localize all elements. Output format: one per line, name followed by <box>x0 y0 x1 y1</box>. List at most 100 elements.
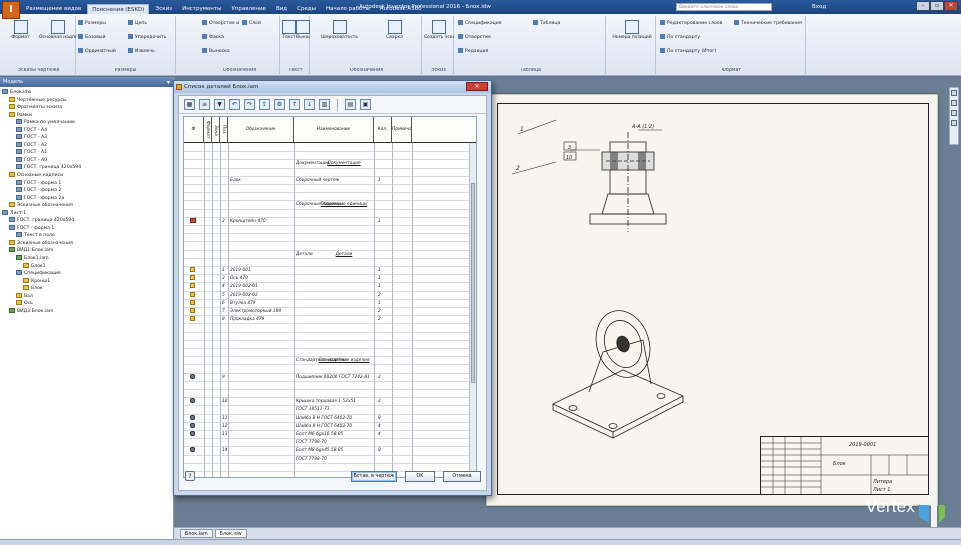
tree-item-frame[interactable]: ГОСТ - А0 <box>2 156 173 165</box>
grid-icon[interactable]: ▤ <box>345 99 356 110</box>
redo-icon[interactable]: ↷ <box>244 99 255 110</box>
ribbon-tab[interactable]: Вид <box>272 4 291 14</box>
pan-icon[interactable] <box>951 90 957 96</box>
navigation-bar[interactable] <box>949 87 959 145</box>
ribbon-button[interactable]: Ординатный <box>78 48 126 55</box>
undo-icon[interactable]: ↶ <box>229 99 240 110</box>
ribbon-button[interactable]: Формат <box>2 20 39 40</box>
section-view[interactable]: А-А (1:2) 3 10 <box>550 122 700 242</box>
ribbon-button[interactable]: Слой <box>242 20 280 27</box>
scroll-thumb[interactable] <box>471 183 475 383</box>
ribbon-button[interactable]: Создать эскиз <box>424 20 454 40</box>
ribbon-button[interactable]: Фаска <box>202 34 240 41</box>
tree-item-folder[interactable]: Эскизные обозначения <box>2 202 173 210</box>
ribbon-button[interactable]: Таблица <box>533 20 606 27</box>
ribbon-button[interactable]: Выноска <box>202 48 240 55</box>
sign-in-button[interactable]: Вход <box>812 2 826 12</box>
tree-item-folder[interactable]: Эскизные обозначения <box>2 239 173 248</box>
drawing-sheet[interactable]: А-А (1:2) 3 10 1 2 2019-0001 Блок Литера… <box>486 94 938 506</box>
columns-icon[interactable]: ▥ <box>319 99 330 110</box>
ribbon-tab[interactable]: Пояснения (ESKD) <box>87 4 150 14</box>
sort-icon[interactable]: ≡ <box>199 99 210 110</box>
ribbon-button[interactable]: Номера позиций <box>608 20 656 40</box>
ribbon-button[interactable]: Выноска <box>296 20 310 40</box>
save-icon[interactable]: ▣ <box>360 99 371 110</box>
minimize-button[interactable]: – <box>916 1 930 11</box>
ok-button[interactable]: OK <box>405 471 435 482</box>
tree-item-view[interactable]: ВИД1:Блок.iam <box>2 247 173 255</box>
ribbon-button[interactable]: Цепь <box>128 20 176 27</box>
document-tab[interactable]: Блок.iam <box>180 529 213 538</box>
column-header[interactable]: Обозначение <box>228 117 294 143</box>
tree-item-frame[interactable]: ГОСТ - А2 <box>2 141 173 150</box>
ribbon-tab[interactable]: Размещение видов <box>22 4 85 14</box>
tree-item-part[interactable]: Блок1 <box>2 262 173 271</box>
browser-header[interactable]: Модель ▾ <box>0 77 173 87</box>
ribbon-button[interactable]: Отверстие и резьба <box>202 20 240 27</box>
ribbon-button[interactable]: Редакция <box>458 48 531 55</box>
ribbon-button[interactable]: Отверстия <box>458 34 531 41</box>
tree-item-sheet[interactable]: Лист:1 <box>2 209 173 218</box>
column-header[interactable]: Формат <box>204 117 212 143</box>
ribbon-button[interactable]: Технические требования <box>734 20 806 27</box>
ribbon-tab[interactable]: Инструменты <box>178 4 225 14</box>
ribbon-button[interactable]: Текст <box>282 20 296 40</box>
tree-item-frame[interactable]: ГОСТ - форма 2а <box>2 194 173 203</box>
zoom-icon[interactable] <box>951 100 957 106</box>
tree-item-drawing[interactable]: Блок.idw <box>2 89 173 97</box>
tree-item-text[interactable]: Текст в поле <box>2 232 173 240</box>
ribbon-button[interactable]: Редактирование слоев <box>660 20 732 27</box>
tree-item-frame[interactable]: ГОСТ. граница 420х594 <box>2 164 173 172</box>
tree-item-part[interactable]: Ось <box>2 300 173 308</box>
table-icon[interactable]: ▦ <box>184 99 195 110</box>
help-search-input[interactable]: Введите ключевое слово <box>676 3 772 11</box>
help-button[interactable]: ? <box>185 471 195 481</box>
column-header[interactable]: Зона <box>212 117 220 143</box>
tree-item-folder[interactable]: Фрагменты эскиза <box>2 104 173 112</box>
dialog-close-button[interactable]: ✕ <box>466 82 488 91</box>
close-window-button[interactable]: ✕ <box>944 1 958 11</box>
sort-ascending-icon[interactable]: ↑ <box>289 99 300 110</box>
tree-item-frame[interactable]: ГОСТ - А3 <box>2 134 173 142</box>
ribbon-button[interactable]: Размеры <box>78 20 126 27</box>
tree-item-part[interactable]: Блок <box>2 285 173 293</box>
column-header[interactable]: Наименование <box>294 117 374 143</box>
ribbon-button[interactable]: Спецификация <box>458 20 531 27</box>
parts-list-grid[interactable]: Ф Формат Зона Поз. Обозначение Наименование Ко… <box>183 116 477 478</box>
ribbon-button[interactable]: По стандарту (Итог) <box>660 48 732 55</box>
tree-item-frame[interactable]: ГОСТ - форма 2 <box>2 187 173 195</box>
ribbon-button[interactable]: Упорядочить <box>128 34 176 41</box>
cancel-button[interactable]: Отмена <box>443 471 481 482</box>
ribbon-button[interactable]: Шероховатость <box>312 20 367 40</box>
tree-item-folder[interactable]: Основные надписи <box>2 172 173 180</box>
ribbon-button[interactable]: По стандарту <box>660 34 732 41</box>
tree-item-part[interactable]: Вал <box>2 292 173 301</box>
tree-item-part[interactable]: Кронш1 <box>2 277 173 286</box>
tree-item-frame[interactable]: ГОСТ - А4 <box>2 126 173 135</box>
ribbon-button[interactable]: Базовый <box>78 34 126 41</box>
sort-descending-icon[interactable]: ↓ <box>304 99 315 110</box>
settings-icon[interactable]: ⚙ <box>274 99 285 110</box>
title-block[interactable]: 2019-0001 Блок Литера Лист 1 <box>760 436 929 495</box>
tree-item-bom[interactable]: Спецификация <box>2 270 173 278</box>
parts-list-dialog[interactable]: Список деталей Блок.iam ✕ ▦ ≡ ▼ ↶ ↷ ⇪ ⚙ ↑ ↓ ▥ ▤ ▣ Ф… <box>173 80 492 496</box>
ribbon-tab[interactable]: Управление <box>227 4 270 14</box>
tree-item-frame[interactable]: ГОСТ - А1 <box>2 149 173 157</box>
column-header[interactable]: Поз. <box>220 117 228 143</box>
ribbon-button[interactable]: Сварка <box>367 20 422 40</box>
look-at-icon[interactable] <box>951 120 957 126</box>
ribbon-tab[interactable]: Эскиз <box>151 4 176 14</box>
tree-item-frame[interactable]: ГОСТ - форма 1 <box>2 224 173 233</box>
tree-item-view[interactable]: ВИД3:Блок.iam <box>2 307 173 316</box>
ribbon-button[interactable]: Основная надпись <box>39 20 76 40</box>
export-icon[interactable]: ⇪ <box>259 99 270 110</box>
tree-item-frame[interactable]: ГОСТ - форма 1 <box>2 179 173 188</box>
column-header[interactable]: Примечание <box>392 117 412 143</box>
app-menu-button[interactable]: I <box>2 1 20 19</box>
column-header[interactable]: Ф <box>184 117 204 143</box>
filter-icon[interactable]: ▼ <box>214 99 225 110</box>
tree-item-frame[interactable]: Рамка по умолчанию <box>2 119 173 127</box>
tree-item-frame[interactable]: ГОСТ. граница 420х594 <box>2 217 173 225</box>
grid-scrollbar[interactable] <box>469 143 476 477</box>
document-tab[interactable]: Блок.idw <box>214 529 247 538</box>
